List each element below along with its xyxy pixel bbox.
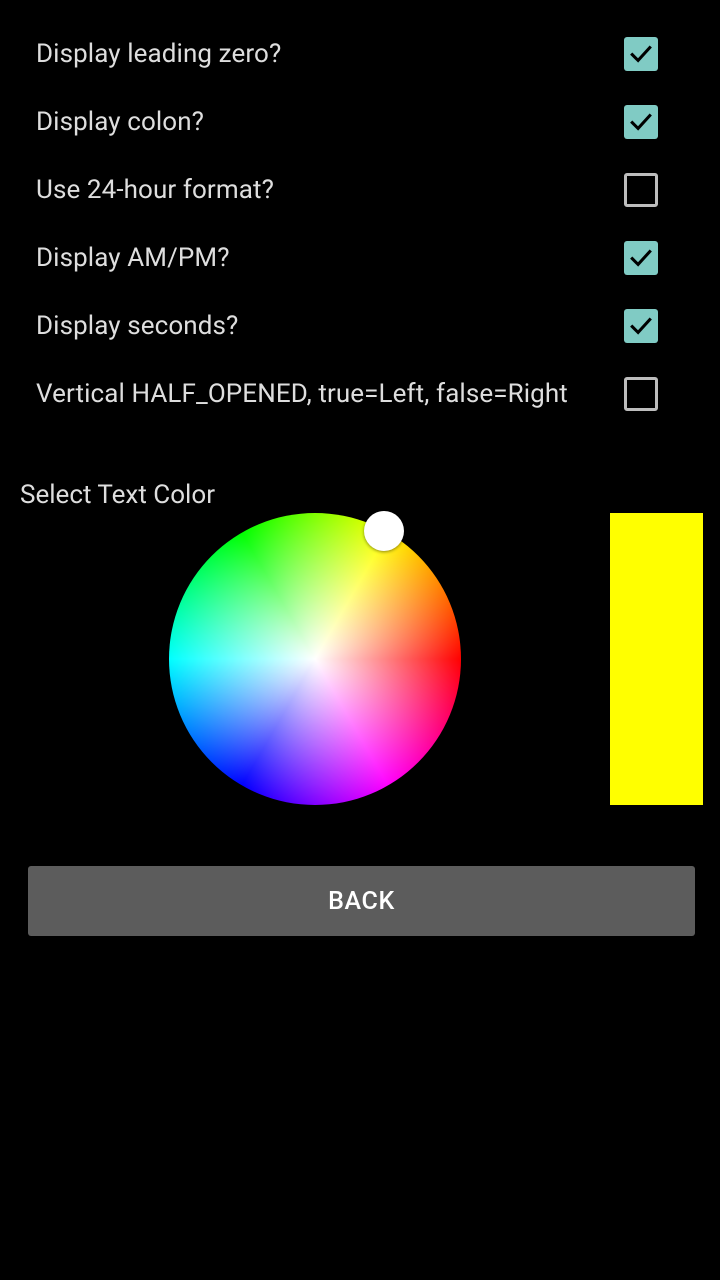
color-wheel[interactable] <box>169 513 461 805</box>
option-label: Display seconds? <box>36 311 239 341</box>
option-label: Display AM/PM? <box>36 243 230 273</box>
check-icon <box>630 113 652 131</box>
check-icon <box>630 45 652 63</box>
half-opened-checkbox[interactable] <box>624 377 658 411</box>
selected-color-swatch <box>610 513 703 805</box>
option-label: Display leading zero? <box>36 39 282 69</box>
option-row-24-hour[interactable]: Use 24-hour format? <box>0 156 720 224</box>
option-row-leading-zero[interactable]: Display leading zero? <box>0 20 720 88</box>
color-wheel-thumb[interactable] <box>364 511 404 551</box>
color-section-heading: Select Text Color <box>20 480 215 510</box>
option-label: Use 24-hour format? <box>36 175 274 205</box>
leading-zero-checkbox[interactable] <box>624 37 658 71</box>
option-row-am-pm[interactable]: Display AM/PM? <box>0 224 720 292</box>
check-icon <box>630 317 652 335</box>
back-button-label: BACK <box>328 886 395 916</box>
settings-list: Display leading zero? Display colon? Use… <box>0 20 720 428</box>
option-label: Display colon? <box>36 107 205 137</box>
option-label: Vertical HALF_OPENED, true=Left, false=R… <box>36 379 568 409</box>
seconds-checkbox[interactable] <box>624 309 658 343</box>
option-row-half-opened[interactable]: Vertical HALF_OPENED, true=Left, false=R… <box>0 360 720 428</box>
check-icon <box>630 249 652 267</box>
24-hour-checkbox[interactable] <box>624 173 658 207</box>
option-row-colon[interactable]: Display colon? <box>0 88 720 156</box>
back-button[interactable]: BACK <box>28 866 695 936</box>
option-row-seconds[interactable]: Display seconds? <box>0 292 720 360</box>
colon-checkbox[interactable] <box>624 105 658 139</box>
am-pm-checkbox[interactable] <box>624 241 658 275</box>
